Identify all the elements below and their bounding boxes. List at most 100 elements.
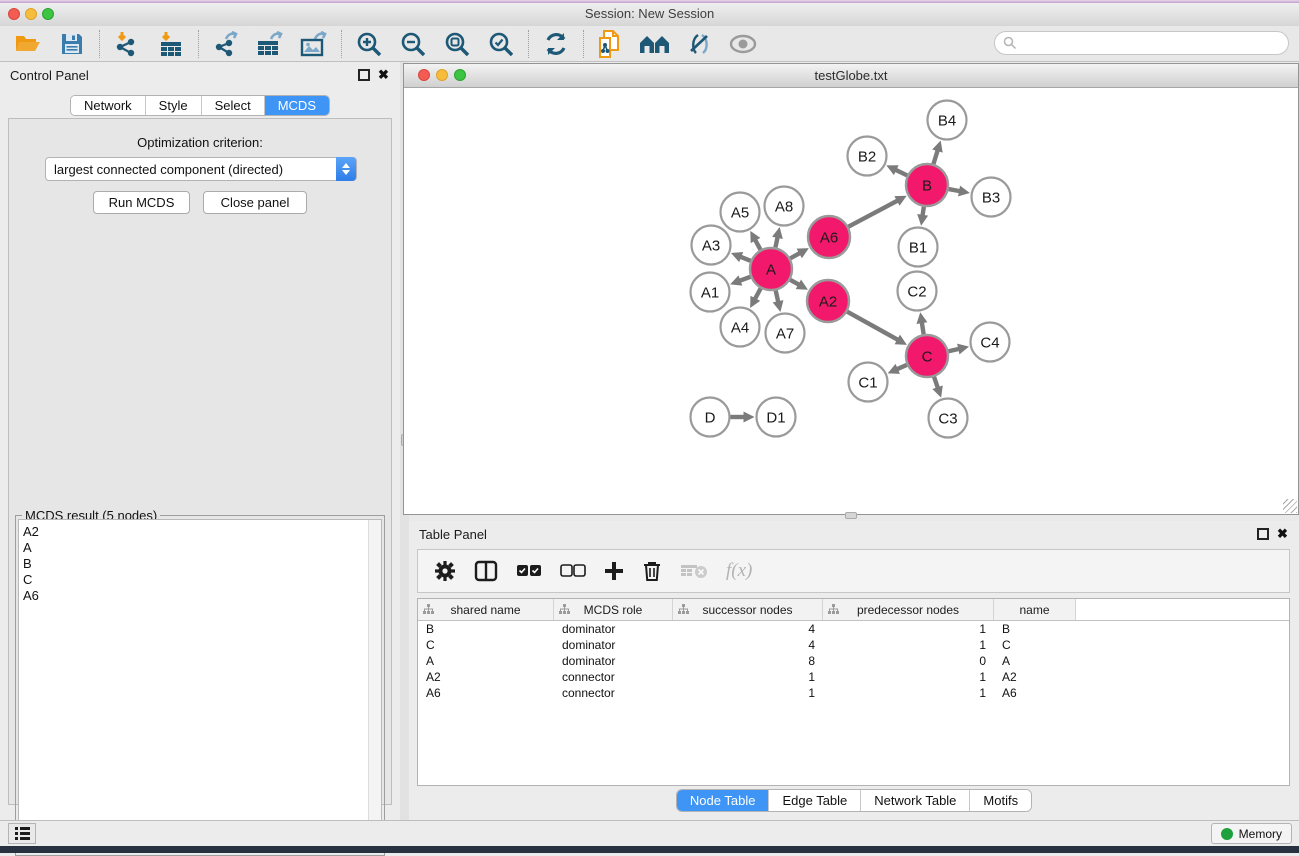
apply-function-icon[interactable]: f(x) xyxy=(726,560,752,582)
import-network-icon[interactable] xyxy=(105,28,149,60)
open-session-icon[interactable] xyxy=(6,28,50,60)
cell-name[interactable]: C xyxy=(994,638,1076,652)
cell-MCDS-role[interactable]: connector xyxy=(554,686,673,700)
show-column-icon[interactable] xyxy=(474,560,498,582)
zoom-window-button[interactable] xyxy=(42,8,54,20)
cell-predecessor-nodes[interactable]: 1 xyxy=(823,638,994,652)
float-panel-icon[interactable] xyxy=(1257,528,1269,540)
export-table-icon[interactable] xyxy=(248,28,292,60)
column-header-shared-name[interactable]: shared name xyxy=(418,599,554,620)
zoom-out-icon[interactable] xyxy=(391,28,435,60)
table-row[interactable]: Bdominator41B xyxy=(418,621,1289,637)
tab-network-table[interactable]: Network Table xyxy=(860,790,969,811)
cell-shared-name[interactable]: A6 xyxy=(418,686,554,700)
resize-grip-icon[interactable] xyxy=(1283,499,1297,513)
cell-shared-name[interactable]: A xyxy=(418,654,554,668)
search-input[interactable] xyxy=(994,31,1289,55)
column-header-predecessor-nodes[interactable]: predecessor nodes xyxy=(823,599,994,620)
cell-name[interactable]: A2 xyxy=(994,670,1076,684)
table-row[interactable]: Cdominator41C xyxy=(418,637,1289,653)
open-network-browser-icon[interactable] xyxy=(633,28,677,60)
close-panel-icon[interactable]: ✖ xyxy=(1277,528,1289,540)
delete-column-trash-icon[interactable] xyxy=(642,560,662,582)
graph-node-D1[interactable]: D1 xyxy=(757,398,796,437)
result-list-item[interactable]: B xyxy=(19,556,381,572)
tab-mcds[interactable]: MCDS xyxy=(264,96,329,115)
graph-node-B2[interactable]: B2 xyxy=(848,137,887,176)
tab-network[interactable]: Network xyxy=(71,96,145,115)
import-table-icon[interactable] xyxy=(149,28,193,60)
cell-shared-name[interactable]: B xyxy=(418,622,554,636)
network-window-title-bar[interactable]: testGlobe.txt xyxy=(404,64,1298,88)
graph-node-A8[interactable]: A8 xyxy=(765,187,804,226)
cell-successor-nodes[interactable]: 1 xyxy=(673,670,823,684)
cell-MCDS-role[interactable]: dominator xyxy=(554,654,673,668)
table-options-gear-icon[interactable] xyxy=(434,560,456,582)
cell-successor-nodes[interactable]: 8 xyxy=(673,654,823,668)
save-session-icon[interactable] xyxy=(50,28,94,60)
graph-node-A2[interactable]: A2 xyxy=(807,280,849,322)
graph-node-C1[interactable]: C1 xyxy=(849,363,888,402)
tab-motifs[interactable]: Motifs xyxy=(969,790,1031,811)
cell-predecessor-nodes[interactable]: 0 xyxy=(823,654,994,668)
minimize-window-button[interactable] xyxy=(25,8,37,20)
graph-node-A1[interactable]: A1 xyxy=(691,273,730,312)
run-mcds-button[interactable]: Run MCDS xyxy=(93,191,190,214)
graph-node-A6[interactable]: A6 xyxy=(808,216,850,258)
cell-MCDS-role[interactable]: connector xyxy=(554,670,673,684)
cell-predecessor-nodes[interactable]: 1 xyxy=(823,622,994,636)
delete-table-icon[interactable] xyxy=(680,563,708,579)
close-panel-icon[interactable]: ✖ xyxy=(378,69,390,81)
export-image-icon[interactable] xyxy=(292,28,336,60)
cell-name[interactable]: A6 xyxy=(994,686,1076,700)
network-minimize-button[interactable] xyxy=(436,69,448,81)
zoom-fit-icon[interactable] xyxy=(435,28,479,60)
select-all-columns-icon[interactable] xyxy=(516,564,542,578)
cell-MCDS-role[interactable]: dominator xyxy=(554,622,673,636)
new-session-from-network-icon[interactable] xyxy=(589,28,633,60)
show-hide-graphics-details-icon[interactable] xyxy=(677,28,721,60)
memory-button[interactable]: Memory xyxy=(1211,823,1292,844)
task-history-button[interactable] xyxy=(8,823,36,844)
table-row[interactable]: Adominator80A xyxy=(418,653,1289,669)
float-panel-icon[interactable] xyxy=(358,69,370,81)
network-zoom-button[interactable] xyxy=(454,69,466,81)
deselect-all-columns-icon[interactable] xyxy=(560,564,586,578)
cell-name[interactable]: A xyxy=(994,654,1076,668)
network-canvas[interactable]: B4B2BB3A5A8A6B1A3AC2A1A2A4A7C4CC1C3DD1 xyxy=(404,88,1298,514)
graph-node-D[interactable]: D xyxy=(691,398,730,437)
tab-edge-table[interactable]: Edge Table xyxy=(768,790,860,811)
edge-B-B4[interactable] xyxy=(933,149,938,164)
graph-node-C3[interactable]: C3 xyxy=(929,399,968,438)
create-column-icon[interactable] xyxy=(604,561,624,581)
refresh-layout-icon[interactable] xyxy=(534,28,578,60)
close-panel-button[interactable]: Close panel xyxy=(203,191,307,214)
edge-A6-B[interactable] xyxy=(848,200,898,227)
network-close-button[interactable] xyxy=(418,69,430,81)
graph-node-A[interactable]: A xyxy=(750,248,792,290)
export-network-icon[interactable] xyxy=(204,28,248,60)
graph-node-B3[interactable]: B3 xyxy=(972,178,1011,217)
graph-node-C[interactable]: C xyxy=(906,335,948,377)
mcds-result-list[interactable]: A2ABCA6 xyxy=(18,519,382,853)
cell-predecessor-nodes[interactable]: 1 xyxy=(823,670,994,684)
tab-select[interactable]: Select xyxy=(201,96,264,115)
result-scrollbar[interactable] xyxy=(368,520,381,852)
column-header-MCDS-role[interactable]: MCDS role xyxy=(554,599,673,620)
table-row[interactable]: A2connector11A2 xyxy=(418,669,1289,685)
column-header-successor-nodes[interactable]: successor nodes xyxy=(673,599,823,620)
edge-B-B2[interactable] xyxy=(894,169,907,175)
cell-successor-nodes[interactable]: 4 xyxy=(673,622,823,636)
result-list-item[interactable]: A6 xyxy=(19,588,381,604)
graph-node-B1[interactable]: B1 xyxy=(899,228,938,267)
tab-style[interactable]: Style xyxy=(145,96,201,115)
tab-node-table[interactable]: Node Table xyxy=(677,790,769,811)
graph-node-A3[interactable]: A3 xyxy=(692,226,731,265)
cell-successor-nodes[interactable]: 1 xyxy=(673,686,823,700)
zoom-in-icon[interactable] xyxy=(347,28,391,60)
zoom-selected-icon[interactable] xyxy=(479,28,523,60)
optimization-criterion-select[interactable]: largest connected component (directed) xyxy=(45,157,357,181)
graph-node-C2[interactable]: C2 xyxy=(898,272,937,311)
graph-node-C4[interactable]: C4 xyxy=(971,323,1010,362)
close-window-button[interactable] xyxy=(8,8,20,20)
